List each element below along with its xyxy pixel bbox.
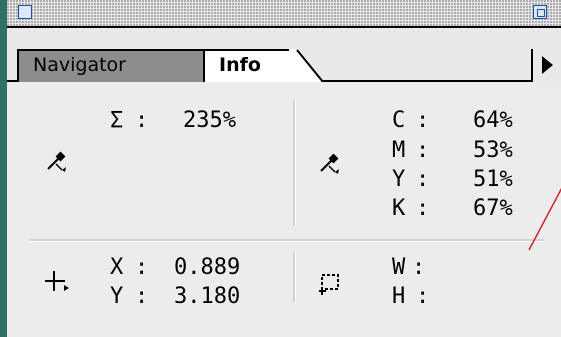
cmyk-y-value: 51% [473,167,513,192]
position-x-label: X [110,255,124,280]
position-x-value: 0.889 [174,255,241,280]
tab-info-slant-edge [289,49,323,82]
cmyk-c-separator: : [416,108,430,133]
tab-navigator-label: Navigator [33,54,126,76]
total-ink-label: Σ [110,108,124,133]
position-y-value: 3.180 [174,284,241,309]
cmyk-m-separator: : [416,138,430,163]
eyedropper-icon [320,153,339,174]
eyedropper-icon [47,151,66,172]
cmyk-k-value: 67% [473,196,513,221]
info-palette-window: Navigator Info Σ : 235% C: 64% M: 53% … [0,0,561,337]
cmyk-k-separator: : [416,196,430,221]
size-h-separator: : [416,284,430,309]
cmyk-y-separator: : [416,167,430,192]
size-h-label: H [392,284,406,309]
column-divider-top [293,100,296,226]
tab-navigator[interactable]: Navigator [17,49,205,82]
total-ink-separator: : [135,108,149,133]
palette-menu-button[interactable] [531,49,561,82]
info-readout-area: Σ : 235% C : 64% M : 53% Y : 51% K : 67%… [7,82,561,337]
cmyk-c-value: 64% [473,108,513,133]
close-box-icon[interactable] [18,5,32,19]
cmyk-m-value: 53% [473,138,513,163]
position-y-separator: : [135,284,149,309]
position-y-label: Y [110,284,124,309]
cmyk-c-label: C [392,108,406,133]
zoom-box-icon[interactable] [533,5,547,19]
cmyk-y-label: Y [392,167,406,192]
palette-tab-strip: Navigator Info [7,28,561,84]
size-w-separator: : [412,255,426,280]
tab-info-label: Info [219,54,261,76]
position-x-separator: : [135,255,149,280]
crosshair-icon [45,271,69,291]
callout-leader-line [528,187,561,251]
palette-title-bar[interactable] [7,0,561,28]
tab-info[interactable]: Info [203,49,291,84]
cmyk-k-label: K [392,196,406,221]
total-ink-value: 235% [183,108,236,133]
size-w-label: W [392,255,406,280]
marquee-selection-icon [319,274,339,295]
cmyk-m-label: M [392,138,406,163]
row-divider [29,239,544,242]
column-divider-bottom [293,252,296,302]
